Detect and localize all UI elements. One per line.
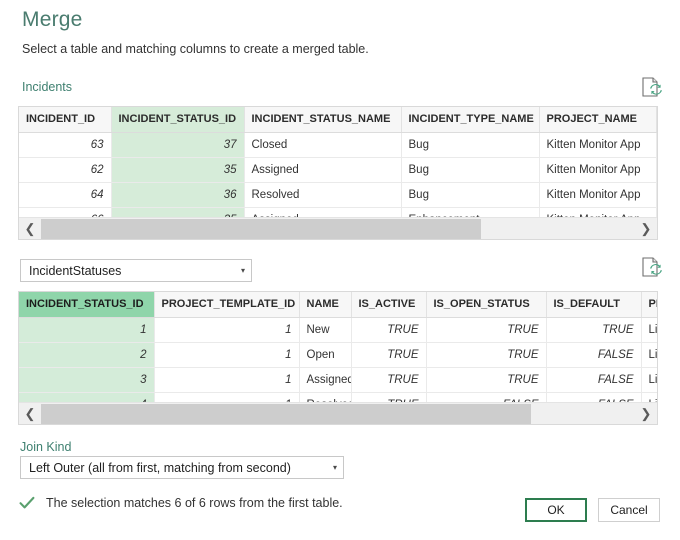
table-cell[interactable]: Bl <box>656 132 658 157</box>
second-table-selector-value: IncidentStatuses <box>29 264 235 278</box>
table-row[interactable]: 6235AssignedBugKitten Monitor AppCa <box>19 157 658 182</box>
scroll-left-icon[interactable]: ❮ <box>19 218 41 240</box>
second-table-grid[interactable]: INCIDENT_STATUS_IDPROJECT_TEMPLATE_IDNAM… <box>18 291 658 425</box>
table-cell[interactable]: 1 <box>19 317 154 342</box>
table-cell[interactable]: 36 <box>111 182 244 207</box>
column-header-incident-type-name[interactable]: INCIDENT_TYPE_NAME <box>401 107 539 132</box>
cancel-button[interactable]: Cancel <box>598 498 660 522</box>
table-cell[interactable]: 3 <box>19 367 154 392</box>
merge-dialog: Merge Select a table and matching column… <box>0 0 680 540</box>
status-message: The selection matches 6 of 6 rows from t… <box>46 496 343 510</box>
first-table-grid[interactable]: INCIDENT_IDINCIDENT_STATUS_IDINCIDENT_ST… <box>18 106 658 240</box>
table-cell[interactable]: Kitten Monitor App <box>539 157 656 182</box>
table-header-row: INCIDENT_IDINCIDENT_STATUS_IDINCIDENT_ST… <box>19 107 658 132</box>
scroll-track[interactable] <box>41 403 635 425</box>
table-cell[interactable]: 35 <box>111 157 244 182</box>
table-cell[interactable]: 63 <box>19 132 111 157</box>
column-header-project-template-id[interactable]: PROJECT_TEMPLATE_ID <box>154 292 299 317</box>
table-cell[interactable]: 1 <box>154 367 299 392</box>
ok-button[interactable]: OK <box>525 498 587 522</box>
table-cell[interactable]: 62 <box>19 157 111 182</box>
second-table-selector[interactable]: IncidentStatuses ▾ <box>20 259 252 282</box>
join-kind-value: Left Outer (all from first, matching fro… <box>29 461 327 475</box>
table-cell[interactable]: Resolved <box>244 182 401 207</box>
table-cell[interactable]: TRUE <box>426 367 546 392</box>
table-cell[interactable]: Ca <box>656 157 658 182</box>
chevron-down-icon: ▾ <box>327 463 337 472</box>
table-cell[interactable]: New <box>299 317 351 342</box>
status-row: The selection matches 6 of 6 rows from t… <box>18 494 343 512</box>
table-cell[interactable]: Librar <box>641 367 658 392</box>
table-cell[interactable]: TRUE <box>351 367 426 392</box>
table-cell[interactable]: TRUE <box>546 317 641 342</box>
column-header-is-default[interactable]: IS_DEFAULT <box>546 292 641 317</box>
table-header-row: INCIDENT_STATUS_IDPROJECT_TEMPLATE_IDNAM… <box>19 292 658 317</box>
table-cell[interactable]: TRUE <box>426 342 546 367</box>
second-table-hscrollbar[interactable]: ❮ ❯ <box>19 402 657 424</box>
table-cell[interactable]: Librar <box>641 342 658 367</box>
table-row[interactable]: 6436ResolvedBugKitten Monitor AppCu <box>19 182 658 207</box>
scroll-right-icon[interactable]: ❯ <box>635 403 657 425</box>
table-cell[interactable]: Open <box>299 342 351 367</box>
table-cell[interactable]: Cu <box>656 182 658 207</box>
column-header-incident-status-id[interactable]: INCIDENT_STATUS_ID <box>111 107 244 132</box>
first-table-hscrollbar[interactable]: ❮ ❯ <box>19 217 657 239</box>
table-cell[interactable]: TRUE <box>351 317 426 342</box>
first-table-label: Incidents <box>22 80 72 94</box>
table-cell[interactable]: Bug <box>401 157 539 182</box>
column-header-incident-id[interactable]: INCIDENT_ID <box>19 107 111 132</box>
table-cell[interactable]: FALSE <box>546 367 641 392</box>
scroll-left-icon[interactable]: ❮ <box>19 403 41 425</box>
table-cell[interactable]: 37 <box>111 132 244 157</box>
table-cell[interactable]: 1 <box>154 317 299 342</box>
column-header-pr[interactable]: PR <box>641 292 658 317</box>
table-cell[interactable]: Bug <box>401 182 539 207</box>
column-header-is-open-status[interactable]: IS_OPEN_STATUS <box>426 292 546 317</box>
table-cell[interactable]: Bug <box>401 132 539 157</box>
preview-refresh-icon-second[interactable] <box>640 256 662 280</box>
dialog-subtitle: Select a table and matching columns to c… <box>22 42 369 56</box>
table-cell[interactable]: Kitten Monitor App <box>539 132 656 157</box>
table-row[interactable]: 21OpenTRUETRUEFALSELibrar <box>19 342 658 367</box>
column-header-name[interactable]: NAME <box>299 292 351 317</box>
page-title: Merge <box>22 8 83 32</box>
table-cell[interactable]: 2 <box>19 342 154 367</box>
join-kind-label: Join Kind <box>20 440 71 454</box>
scroll-right-icon[interactable]: ❯ <box>635 218 657 240</box>
table-cell[interactable]: Assigned <box>299 367 351 392</box>
table-cell[interactable]: Closed <box>244 132 401 157</box>
table-row[interactable]: 31AssignedTRUETRUEFALSELibrar <box>19 367 658 392</box>
check-icon <box>18 494 36 512</box>
scroll-thumb[interactable] <box>41 219 481 239</box>
column-header-project-name[interactable]: PROJECT_NAME <box>539 107 656 132</box>
scroll-thumb[interactable] <box>41 404 531 424</box>
table-cell[interactable]: TRUE <box>351 342 426 367</box>
table-cell[interactable]: Librar <box>641 317 658 342</box>
column-header-incident-status-name[interactable]: INCIDENT_STATUS_NAME <box>244 107 401 132</box>
table-row[interactable]: 6337ClosedBugKitten Monitor AppBl <box>19 132 658 157</box>
table-cell[interactable]: 64 <box>19 182 111 207</box>
column-header-is-active[interactable]: IS_ACTIVE <box>351 292 426 317</box>
table-cell[interactable]: Assigned <box>244 157 401 182</box>
table-row[interactable]: 11NewTRUETRUETRUELibrar <box>19 317 658 342</box>
table-cell[interactable]: TRUE <box>426 317 546 342</box>
column-header-incident-status-id[interactable]: INCIDENT_STATUS_ID <box>19 292 154 317</box>
chevron-down-icon: ▾ <box>235 266 245 275</box>
join-kind-select[interactable]: Left Outer (all from first, matching fro… <box>20 456 344 479</box>
preview-refresh-icon-first[interactable] <box>640 76 662 100</box>
column-header-blank[interactable] <box>656 107 658 132</box>
table-cell[interactable]: 1 <box>154 342 299 367</box>
table-cell[interactable]: Kitten Monitor App <box>539 182 656 207</box>
table-cell[interactable]: FALSE <box>546 342 641 367</box>
scroll-track[interactable] <box>41 218 635 240</box>
